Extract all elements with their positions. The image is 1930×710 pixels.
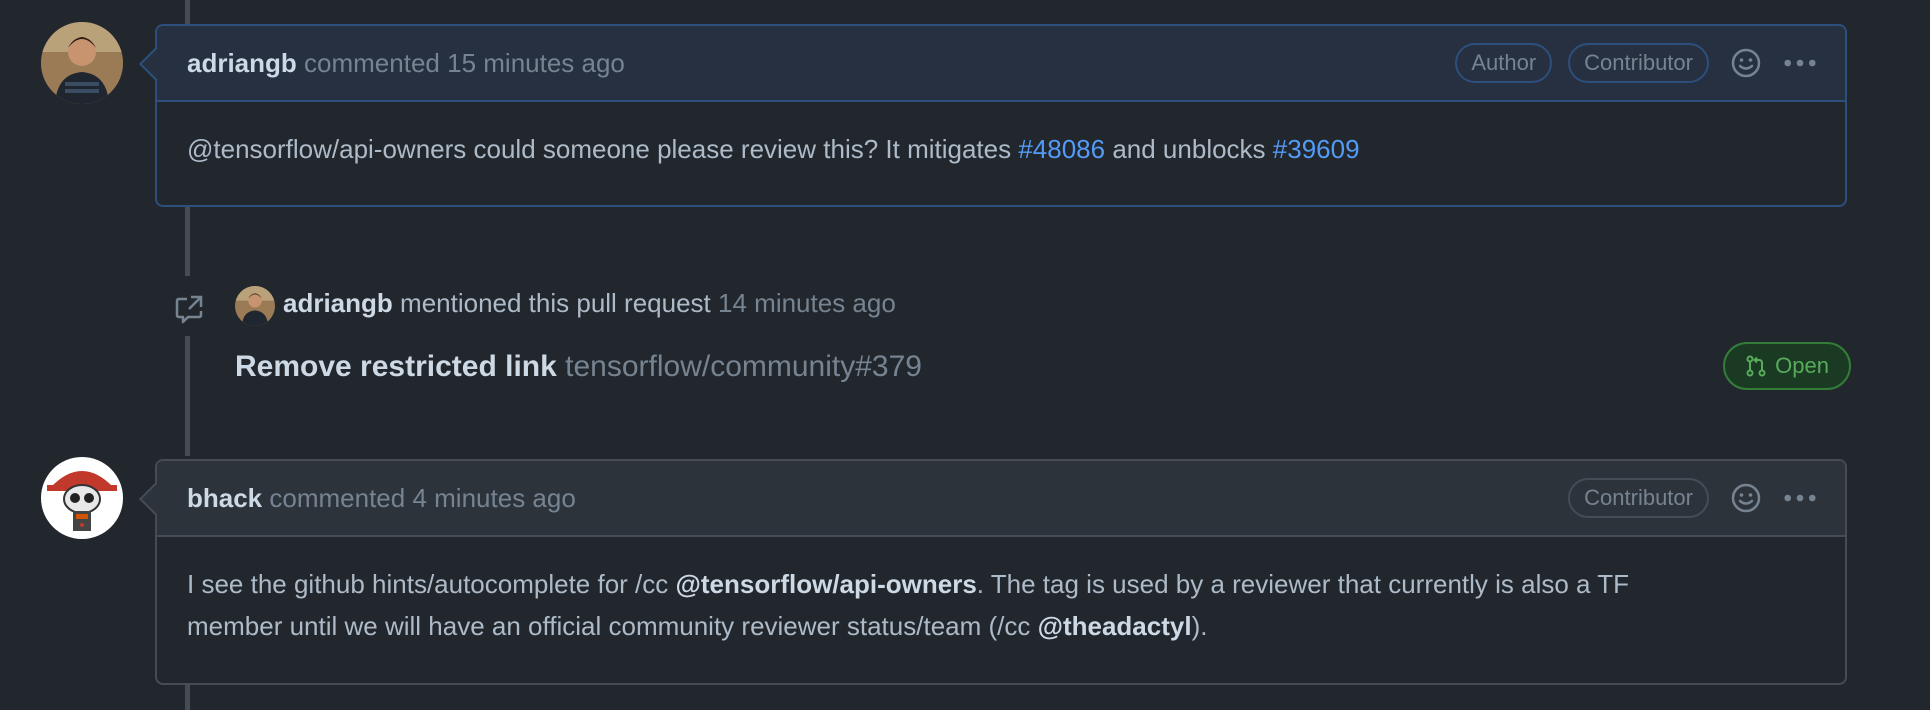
referenced-pr[interactable]: Remove restricted link tensorflow/commun… bbox=[235, 350, 922, 384]
issue-link[interactable]: #48086 bbox=[1018, 134, 1105, 164]
comment-text: . The tag is used by a reviewer that cur… bbox=[976, 569, 1630, 599]
pr-state-label: Open bbox=[1775, 353, 1829, 378]
comment-timestamp[interactable]: 15 minutes ago bbox=[447, 48, 625, 78]
timeline-line bbox=[185, 206, 190, 276]
comment-header: adriangb commented 15 minutes ago Author… bbox=[157, 26, 1845, 102]
author-link[interactable]: adriangb bbox=[187, 48, 297, 78]
cross-reference-icon bbox=[170, 288, 208, 330]
comment-body: @tensorflow/api-owners could someone ple… bbox=[157, 102, 1845, 196]
issue-link[interactable]: #39609 bbox=[1273, 134, 1360, 164]
git-pull-request-icon bbox=[1745, 355, 1767, 377]
avatar[interactable] bbox=[41, 22, 123, 104]
comment-timestamp[interactable]: 4 minutes ago bbox=[412, 483, 575, 513]
mention-timestamp[interactable]: 14 minutes ago bbox=[718, 288, 896, 318]
author-link[interactable]: bhack bbox=[187, 483, 262, 513]
comment-header: bhack commented 4 minutes ago Contributo… bbox=[157, 461, 1845, 537]
cross-reference-event: adriangb mentioned this pull request 14 … bbox=[170, 280, 1851, 410]
comment-text: I see the github hints/autocomplete for … bbox=[187, 569, 676, 599]
comment-verb: commented bbox=[304, 47, 440, 78]
avatar[interactable] bbox=[235, 286, 275, 326]
comment-adriangb: adriangb commented 15 minutes ago Author… bbox=[139, 24, 1847, 207]
comment-meta: bhack commented 4 minutes ago bbox=[187, 483, 576, 514]
comment-text: ). bbox=[1191, 611, 1208, 641]
comment-bhack: bhack commented 4 minutes ago Contributo… bbox=[139, 459, 1847, 685]
mention-meta: adriangb mentioned this pull request 14 … bbox=[283, 288, 896, 319]
pr-state-badge: Open bbox=[1723, 342, 1851, 390]
kebab-horizontal-icon[interactable] bbox=[1783, 46, 1817, 80]
contributor-badge: Contributor bbox=[1568, 43, 1709, 83]
smiley-icon[interactable] bbox=[1729, 481, 1763, 515]
author-badge: Author bbox=[1455, 43, 1553, 83]
timeline-line bbox=[185, 685, 190, 710]
comment-meta: adriangb commented 15 minutes ago bbox=[187, 48, 625, 79]
avatar[interactable] bbox=[41, 457, 123, 539]
comment-body: I see the github hints/autocomplete for … bbox=[157, 537, 1845, 673]
smiley-icon[interactable] bbox=[1729, 46, 1763, 80]
comment-text: member until we will have an official co… bbox=[187, 611, 1038, 641]
timeline-line bbox=[185, 0, 190, 24]
kebab-horizontal-icon[interactable] bbox=[1783, 481, 1817, 515]
contributor-badge: Contributor bbox=[1568, 478, 1709, 518]
pr-reference[interactable]: tensorflow/community#379 bbox=[565, 350, 922, 383]
mention-action: mentioned this pull request bbox=[400, 288, 711, 318]
author-link[interactable]: adriangb bbox=[283, 288, 393, 318]
pr-title[interactable]: Remove restricted link bbox=[235, 350, 557, 383]
comment-text: and unblocks bbox=[1105, 134, 1273, 164]
user-mention[interactable]: @theadactyl bbox=[1038, 611, 1192, 641]
comment-text: @tensorflow/api-owners could someone ple… bbox=[187, 134, 1019, 164]
comment-verb: commented bbox=[269, 482, 406, 513]
team-mention[interactable]: @tensorflow/api-owners bbox=[676, 569, 977, 599]
